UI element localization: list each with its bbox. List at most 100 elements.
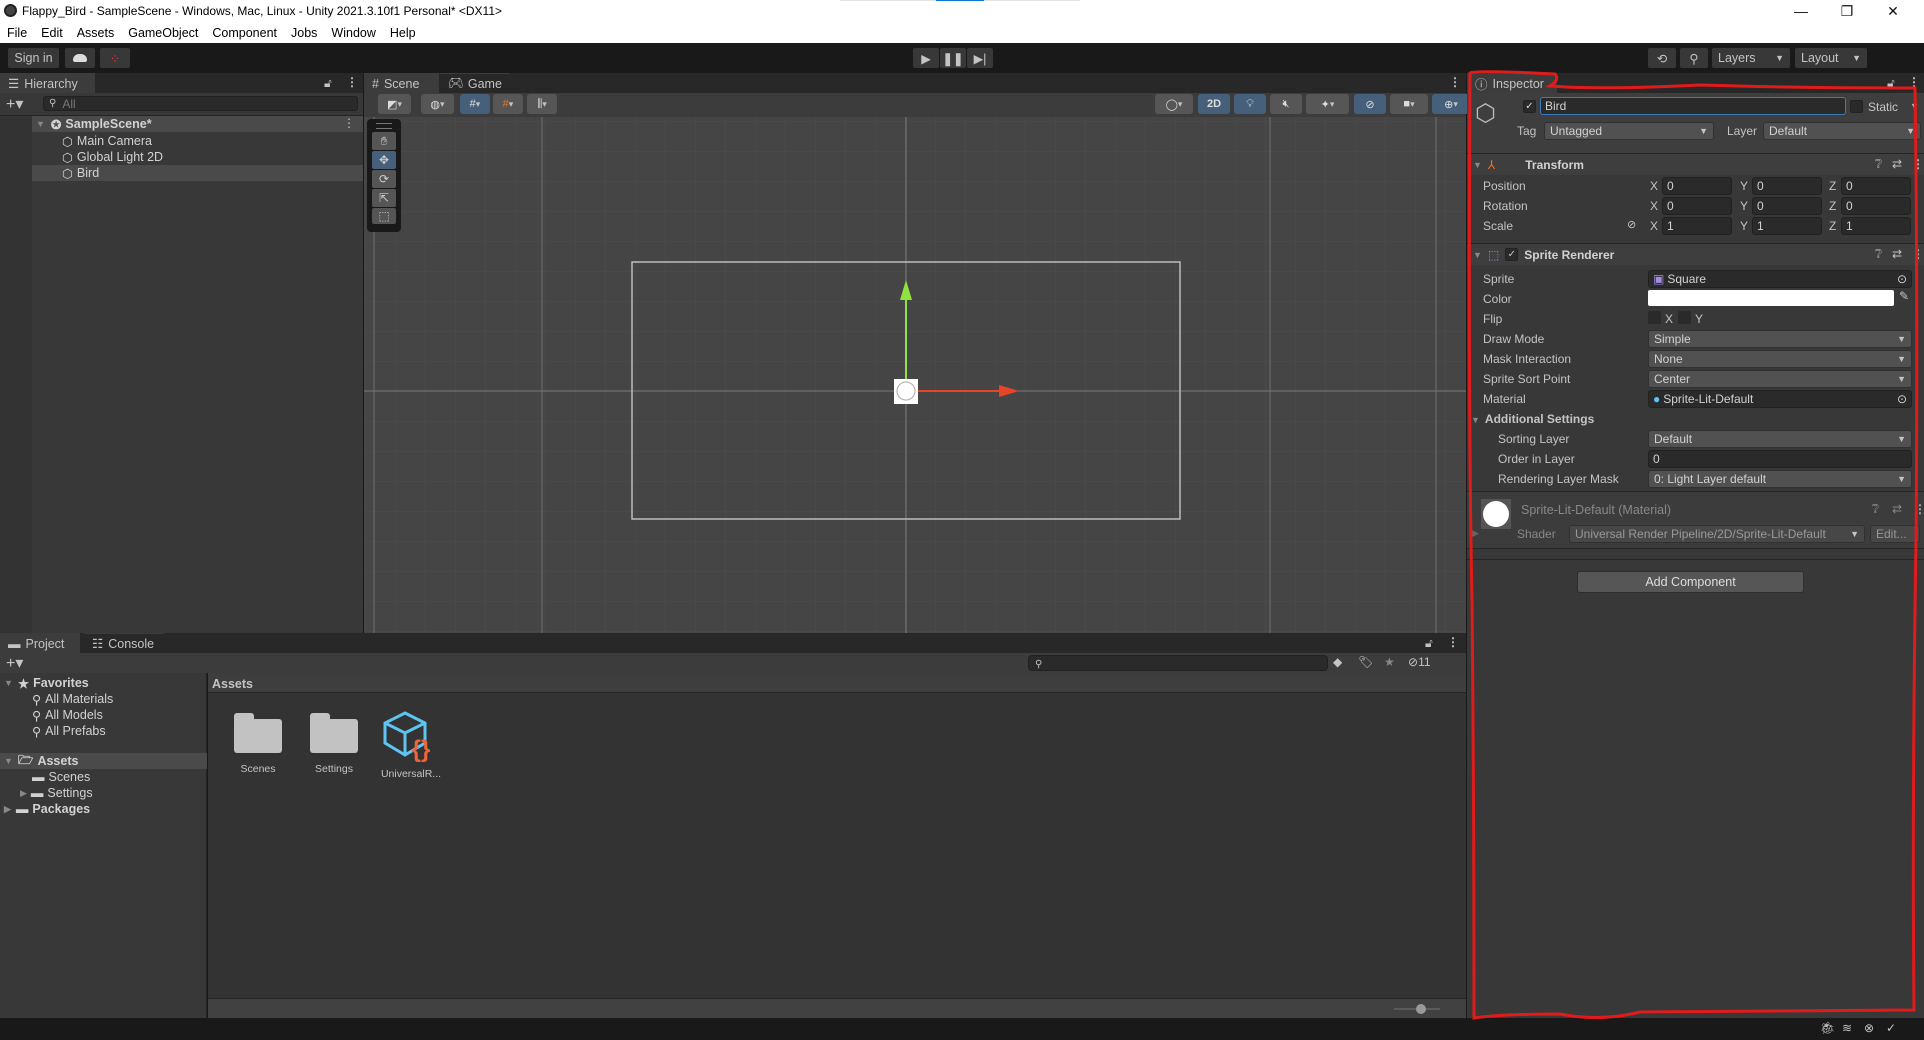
cloud-button[interactable] — [65, 48, 95, 68]
increment-snap-button[interactable]: ⫼ ▾ — [527, 94, 557, 114]
constrain-proportions-icon[interactable]: ⊘ — [1627, 218, 1636, 231]
step-button[interactable]: ▶| — [967, 48, 993, 68]
scene-visibility-button[interactable]: ⊘ — [1354, 94, 1386, 114]
menu-window[interactable]: Window — [324, 26, 382, 40]
hierarchy-item[interactable]: ⬡ Main Camera — [62, 133, 152, 149]
rotate-tool-button[interactable]: ⟳ — [372, 170, 396, 188]
rotation-z[interactable]: 0 — [1841, 197, 1911, 215]
debug-off-icon[interactable]: 🐞︎ — [1820, 1021, 1835, 1035]
toggle-2d-button[interactable]: 2D — [1198, 94, 1230, 114]
mask-interaction-dropdown[interactable]: None ▼ — [1648, 350, 1912, 368]
additional-settings-foldout[interactable]: ▼ Additional Settings — [1471, 412, 1594, 426]
render-mode-button[interactable]: ◯ ▾ — [1155, 94, 1193, 114]
asset-folder-scenes[interactable]: Scenes — [228, 713, 288, 775]
collab-button[interactable]: ⁘ — [100, 48, 130, 68]
menu-assets[interactable]: Assets — [70, 26, 122, 40]
flip-y-checkbox[interactable] — [1678, 311, 1691, 324]
more-menu-icon[interactable]: ⋮ — [1914, 502, 1924, 516]
more-menu-icon[interactable]: ⋮ — [1449, 75, 1461, 89]
project-breadcrumb[interactable]: Assets — [208, 673, 1466, 693]
assets-subfolder[interactable]: ▬ Scenes — [32, 769, 90, 785]
hand-tool-button[interactable]: ✋︎ — [372, 132, 396, 150]
lock-icon[interactable]: 🔓︎ — [1425, 636, 1433, 651]
add-icon[interactable]: +▾ — [6, 653, 23, 673]
help-icon[interactable]: ❔︎ — [1875, 247, 1882, 262]
project-search[interactable]: ⚲ — [1028, 655, 1328, 671]
move-tool-button[interactable]: ✥ — [372, 151, 396, 169]
favorite-star-icon[interactable]: ★ — [1384, 655, 1395, 669]
tab-console[interactable]: ☷ Console — [84, 633, 164, 653]
help-icon[interactable]: ❔︎ — [1875, 157, 1882, 172]
maximize-button[interactable]: ❐ — [1824, 0, 1870, 22]
effects-button[interactable]: ✦ ▾ — [1306, 94, 1349, 114]
favorites-item[interactable]: ⚲ All Materials — [32, 691, 113, 707]
help-icon[interactable]: ❔︎ — [1872, 502, 1879, 517]
sort-point-dropdown[interactable]: Center ▼ — [1648, 370, 1912, 388]
shader-edit-button[interactable]: Edit... — [1870, 525, 1920, 543]
position-y[interactable]: 0 — [1752, 177, 1822, 195]
global-view-button[interactable]: ◍ ▾ — [421, 94, 454, 114]
layer-dropdown[interactable]: Default ▼ — [1763, 122, 1921, 140]
drag-handle-icon[interactable] — [376, 123, 392, 129]
favorites-folder[interactable]: ▼ ★ Favorites — [4, 675, 89, 691]
filter-type-icon[interactable]: ◆ — [1333, 655, 1342, 669]
add-icon[interactable]: +▾ — [6, 94, 23, 114]
slider-handle[interactable] — [1416, 1004, 1426, 1014]
play-button[interactable]: ▶ — [913, 48, 939, 68]
cache-server-icon[interactable]: ≋ — [1842, 1021, 1852, 1035]
eyedropper-icon[interactable]: ✎ — [1899, 289, 1909, 303]
menu-help[interactable]: Help — [383, 26, 423, 40]
gameobject-cube-icon[interactable]: ⬡ — [1475, 99, 1496, 128]
layout-dropdown[interactable]: Layout ▼ — [1795, 48, 1867, 68]
sign-in-button[interactable]: Sign in — [8, 48, 59, 68]
label-tag-icon[interactable]: 🏷︎ — [1358, 655, 1373, 669]
rect-tool-button[interactable]: ⬚ — [372, 208, 396, 224]
scale-y[interactable]: 1 — [1752, 217, 1822, 235]
assets-subfolder[interactable]: ▶ ▬ Settings — [20, 785, 93, 801]
order-in-layer-input[interactable]: 0 — [1648, 450, 1912, 468]
menu-jobs[interactable]: Jobs — [284, 26, 324, 40]
progress-check-icon[interactable]: ✓ — [1886, 1021, 1896, 1035]
flip-x-checkbox[interactable] — [1648, 311, 1661, 324]
transform-header[interactable]: ▼ ⅄ Transform ❔︎ ⇄ ⋮ — [1467, 153, 1924, 175]
tab-scene[interactable]: # Scene — [364, 73, 439, 93]
rendering-layer-mask-dropdown[interactable]: 0: Light Layer default ▼ — [1648, 470, 1912, 488]
hierarchy-item[interactable]: ⬡ Bird — [62, 165, 99, 181]
scene-viewport[interactable]: ✋︎ ✥ ⟳ ⇱ ⬚ — [364, 117, 1466, 633]
asset-folder-settings[interactable]: Settings — [304, 713, 364, 775]
draw-mode-button[interactable]: ◩ ▾ — [378, 94, 411, 114]
object-name-input[interactable]: Bird — [1540, 97, 1846, 115]
gizmos-button[interactable]: ⊕ ▾ — [1432, 94, 1470, 114]
presets-icon[interactable]: ⇄ — [1892, 157, 1902, 171]
lighting-toggle-button[interactable]: 💡︎ — [1234, 94, 1266, 114]
tag-dropdown[interactable]: Untagged ▼ — [1544, 122, 1714, 140]
scale-x[interactable]: 1 — [1662, 217, 1732, 235]
asset-urp[interactable]: {} UniversalR... — [376, 709, 446, 780]
rotation-x[interactable]: 0 — [1662, 197, 1732, 215]
shader-dropdown[interactable]: Universal Render Pipeline/2D/Sprite-Lit-… — [1569, 525, 1865, 543]
active-checkbox[interactable]: ✓ — [1523, 100, 1536, 113]
favorites-item[interactable]: ⚲ All Models — [32, 707, 103, 723]
more-menu-icon[interactable]: ⋮ — [1447, 635, 1459, 649]
assets-folder[interactable]: ▼ 🗁︎ Assets — [4, 753, 78, 769]
lock-icon[interactable]: 🔓︎ — [324, 76, 332, 91]
menu-file[interactable]: File — [0, 26, 34, 40]
audio-toggle-button[interactable]: 🔇︎ — [1270, 94, 1302, 114]
sprite-renderer-header[interactable]: ▼ ⬚ ✓ Sprite Renderer ❔︎ ⇄ ⋮ — [1467, 243, 1924, 265]
undo-history-button[interactable]: ⟲ — [1648, 48, 1676, 68]
menu-gameobject[interactable]: GameObject — [121, 26, 205, 40]
presets-icon[interactable]: ⇄ — [1892, 247, 1902, 261]
more-menu-icon[interactable]: ⋮ — [1912, 157, 1924, 171]
more-menu-icon[interactable]: ⋮ — [346, 75, 358, 89]
close-button[interactable]: ✕ — [1870, 0, 1916, 22]
hierarchy-search[interactable]: ⚲ All — [43, 96, 358, 111]
add-component-button[interactable]: Add Component — [1577, 571, 1804, 593]
static-dropdown-icon[interactable]: ▼ — [1910, 101, 1919, 111]
hierarchy-item[interactable]: ⬡ Global Light 2D — [62, 149, 163, 165]
sorting-layer-dropdown[interactable]: Default ▼ — [1648, 430, 1912, 448]
packages-folder[interactable]: ▶ ▬ Packages — [4, 801, 90, 817]
lock-icon[interactable]: 🔓︎ — [1887, 76, 1895, 91]
position-x[interactable]: 0 — [1662, 177, 1732, 195]
favorites-item[interactable]: ⚲ All Prefabs — [32, 723, 106, 739]
camera-button[interactable]: ■ ▾ — [1390, 94, 1428, 114]
